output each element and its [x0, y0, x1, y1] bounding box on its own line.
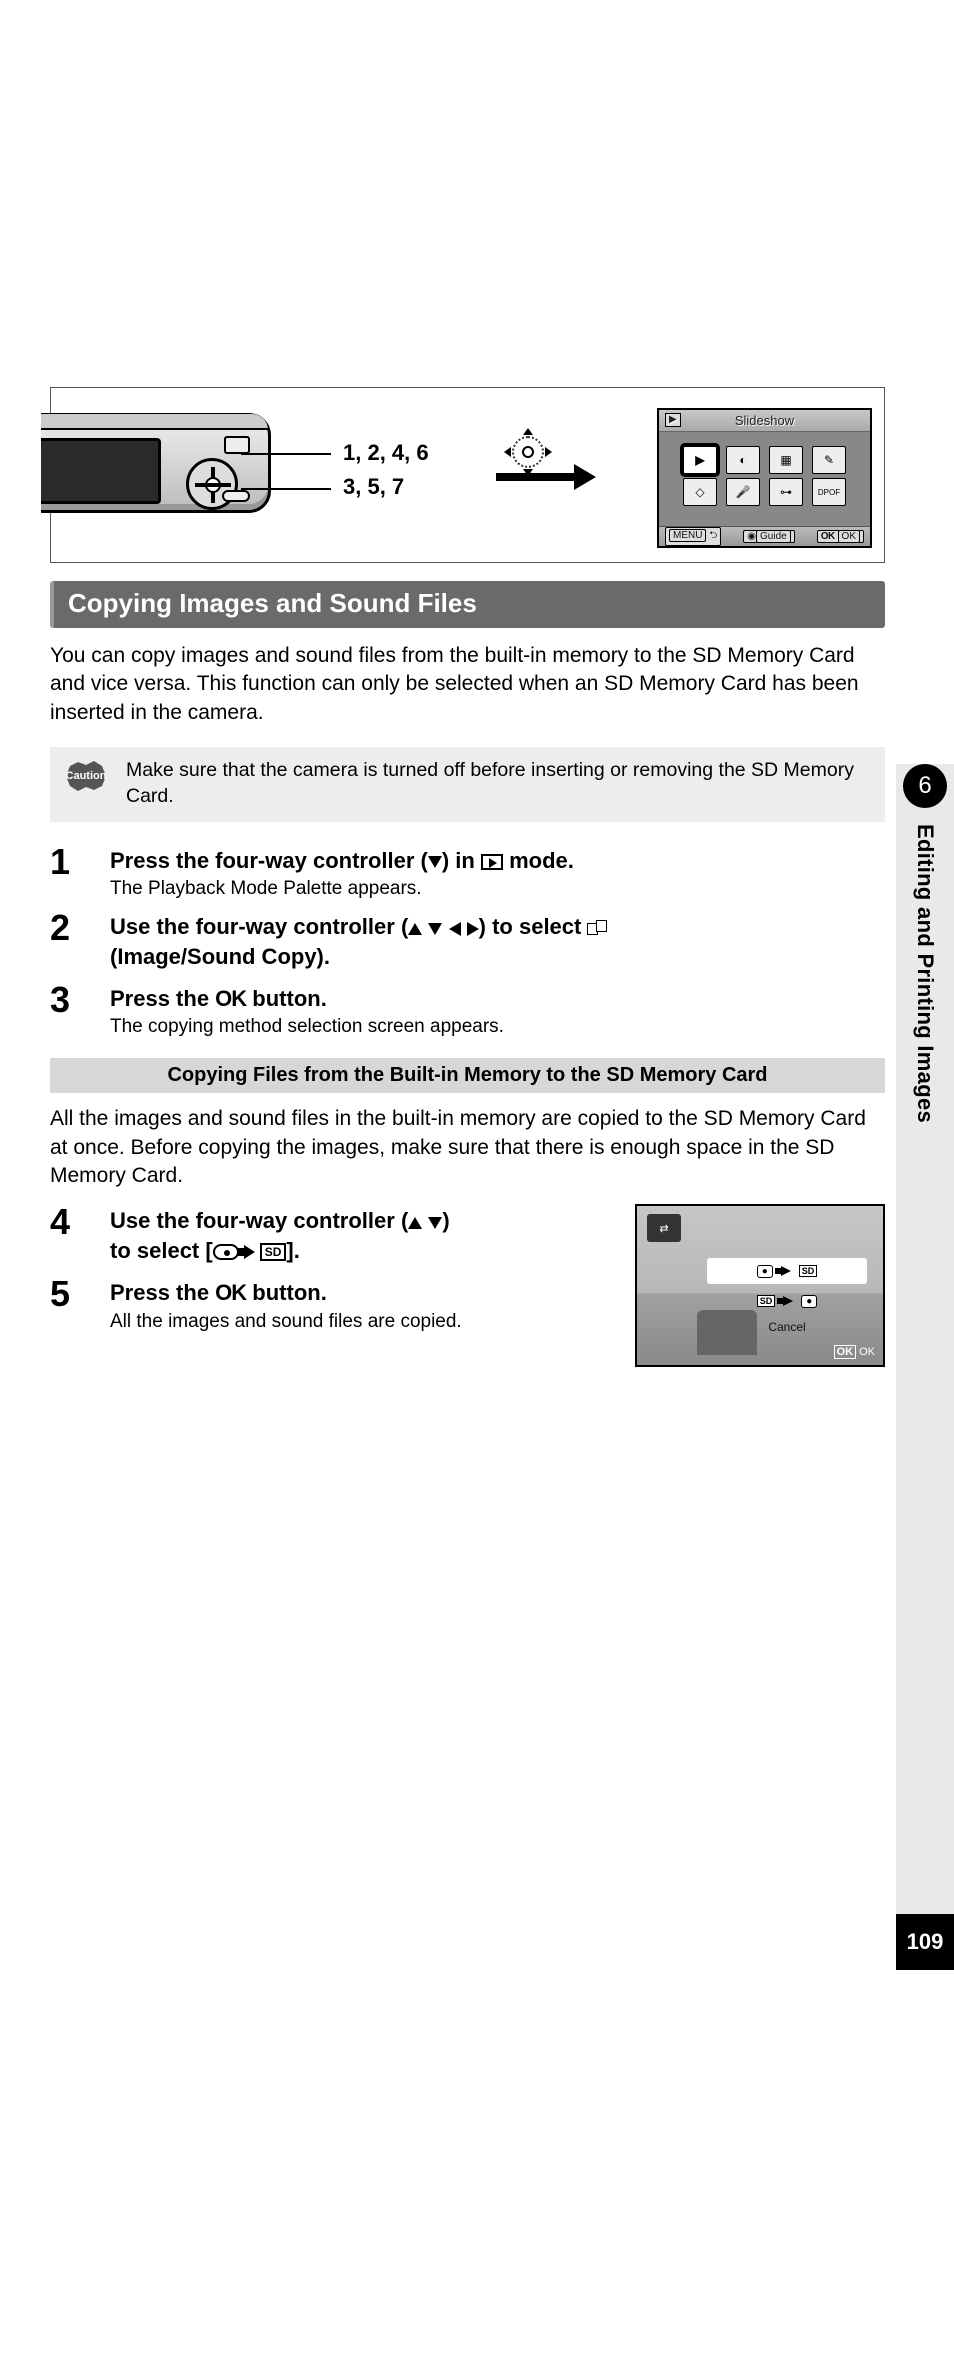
subsection-intro: All the images and sound files in the bu… — [50, 1105, 885, 1190]
arrow-right-icon — [783, 1296, 793, 1306]
internal-memory-icon — [757, 1265, 773, 1278]
step-number: 2 — [50, 910, 110, 971]
section-intro: You can copy images and sound files from… — [50, 642, 885, 727]
internal-memory-icon — [213, 1244, 239, 1260]
palette-icon: ◇ — [683, 478, 717, 506]
right-triangle-icon — [467, 922, 479, 936]
step-1-desc: The Playback Mode Palette appears. — [110, 878, 885, 900]
copy-menu-screenshot: ⇄ SD SD Cancel OK OK — [635, 1204, 885, 1367]
down-triangle-icon — [428, 856, 442, 868]
overview-figure: 1, 2, 4, 6 3, 5, 7 ▶ Slideshow ▶ ◐ ▦ ✎ — [50, 387, 885, 563]
palette-icon: ✎ — [812, 446, 846, 474]
step-3: 3 Press the OK button. The copying metho… — [50, 982, 885, 1039]
palette-icon-slideshow: ▶ — [683, 446, 717, 474]
chapter-number-badge: 6 — [903, 764, 947, 808]
copy-option-cancel: Cancel — [707, 1314, 867, 1340]
caution-box: Caution Make sure that the camera is tur… — [50, 747, 885, 822]
step-number: 3 — [50, 982, 110, 1039]
step-number: 1 — [50, 844, 110, 901]
copy-icon: ⇄ — [647, 1214, 681, 1242]
step-label-bottom: 3, 5, 7 — [343, 474, 404, 500]
step-5-title: Press the OK button. — [110, 1278, 621, 1308]
step-1: 1 Press the four-way controller () in mo… — [50, 844, 885, 901]
palette-icon: ▦ — [769, 446, 803, 474]
page-number: 109 — [896, 1914, 954, 1970]
step-5-desc: All the images and sound files are copie… — [110, 1311, 621, 1333]
step-4-title: Use the four-way controller ( ) ) to sel… — [110, 1206, 621, 1265]
down-triangle-icon — [428, 1217, 442, 1229]
caution-text: Make sure that the camera is turned off … — [126, 757, 873, 810]
step-5: 5 Press the OK button. All the images an… — [50, 1276, 621, 1333]
arrow-right-icon — [781, 1266, 791, 1276]
step-3-desc: The copying method selection screen appe… — [110, 1016, 885, 1038]
arrow-right-icon — [496, 466, 596, 488]
step-number: 4 — [50, 1204, 110, 1265]
sd-card-icon: SD — [260, 1243, 287, 1261]
palette-icon: 🎤 — [726, 478, 760, 506]
arrow-right-icon — [244, 1245, 255, 1259]
up-triangle-icon — [408, 1217, 422, 1229]
step-label-top: 1, 2, 4, 6 — [343, 440, 429, 466]
image-sound-copy-icon — [587, 920, 607, 936]
lcd-title: Slideshow — [735, 413, 794, 428]
lcd-guide-btn: ◉Guide — [743, 530, 794, 543]
playback-mode-icon — [481, 854, 503, 870]
chapter-side-tab: 6 Editing and Printing Images — [896, 764, 954, 1914]
palette-icon: ⊶ — [769, 478, 803, 506]
screenshot-ok-indicator: OK OK — [834, 1345, 875, 1359]
step-number: 5 — [50, 1276, 110, 1333]
step-2-title: Use the four-way controller ( ) to selec… — [110, 912, 885, 971]
steps-group-a: 1 Press the four-way controller () in mo… — [50, 844, 885, 1039]
sd-card-icon: SD — [757, 1295, 776, 1307]
step-3-title: Press the OK button. — [110, 984, 885, 1014]
subsection-heading: Copying Files from the Built-in Memory t… — [50, 1058, 885, 1093]
lcd-ok-btn: OK OK — [817, 530, 864, 543]
palette-icon: DPOF — [812, 478, 846, 506]
lcd-palette-screenshot: ▶ Slideshow ▶ ◐ ▦ ✎ ◇ 🎤 ⊶ DPOF MENU ⮌ — [657, 408, 872, 548]
playback-icon: ▶ — [665, 413, 681, 427]
page-content: 1, 2, 4, 6 3, 5, 7 ▶ Slideshow ▶ ◐ ▦ ✎ — [50, 387, 885, 1367]
down-triangle-icon — [428, 923, 442, 935]
chapter-title: Editing and Printing Images — [912, 824, 938, 1123]
section-heading: Copying Images and Sound Files — [50, 581, 885, 628]
lcd-menu-btn: MENU ⮌ — [665, 527, 721, 546]
camera-illustration — [41, 403, 301, 523]
internal-memory-icon — [801, 1295, 817, 1308]
step-2: 2 Use the four-way controller ( ) to sel… — [50, 910, 885, 971]
left-triangle-icon — [449, 922, 461, 936]
copy-option-internal-to-sd: SD — [707, 1258, 867, 1284]
up-triangle-icon — [408, 923, 422, 935]
caution-icon: Caution — [58, 757, 114, 795]
steps-group-b: 4 Use the four-way controller ( ) ) to s… — [50, 1204, 885, 1367]
copy-option-sd-to-internal: SD — [707, 1288, 867, 1314]
sd-card-icon: SD — [799, 1265, 818, 1277]
palette-icon: ◐ — [726, 446, 760, 474]
step-1-title: Press the four-way controller () in mode… — [110, 846, 885, 876]
step-4: 4 Use the four-way controller ( ) ) to s… — [50, 1204, 621, 1265]
